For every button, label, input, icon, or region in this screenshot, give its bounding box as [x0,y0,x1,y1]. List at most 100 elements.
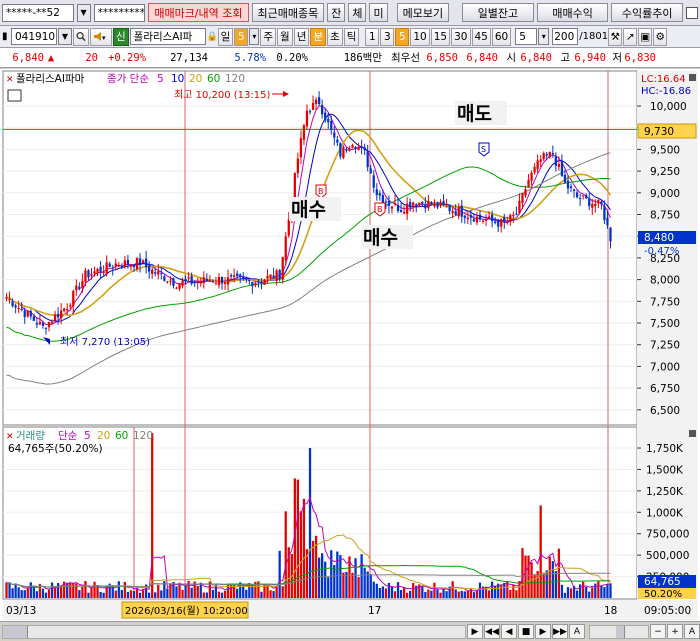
fast-forward-button[interactable]: ▶▶ [552,624,568,639]
stock-chart[interactable]: 10,0009,7509,5009,2509,0008,7508,5008,25… [0,69,700,621]
candle-body [478,214,482,220]
volume-bar [560,584,564,598]
stock-code-input[interactable]: 041910 [11,28,57,45]
volume-bar [548,556,551,598]
speaker-icon[interactable]: ▾ [90,27,112,46]
settings-icon[interactable]: ⚙ [653,27,668,46]
step-back-button[interactable]: ◀ [501,624,517,639]
volume-bar [17,587,20,598]
panel-close-icon[interactable]: ✕ [6,75,14,85]
memo-button[interactable]: 메모보기 [396,3,450,22]
grid-toggle-icon[interactable] [7,89,22,102]
volume-bar [457,591,460,598]
unfilled-button[interactable]: 미 [369,3,388,22]
volume-bar [299,511,303,598]
period-day-count[interactable]: 5 [234,27,249,46]
pin-icon[interactable]: ▮ [2,31,10,42]
balance-button[interactable]: 잔 [327,3,346,22]
volume-bar [78,590,81,598]
period-year[interactable]: 년 [293,27,310,46]
candle-body [503,217,506,223]
candle-body [566,180,570,189]
minute-15[interactable]: 15 [430,27,451,46]
zoom-slider[interactable] [589,624,649,639]
candle-body [433,202,436,207]
candle-body [266,275,269,279]
candle-body [378,193,381,196]
minute-1[interactable]: 1 [365,27,380,46]
x-label-0313: 03/13 [6,605,36,617]
account-field[interactable]: *****-**52 [2,3,74,22]
executed-button[interactable]: 체 [348,3,367,22]
lock-icon[interactable]: 🔒 [207,32,218,42]
change-rate: +0.29% [108,51,146,64]
interval-dropdown-icon[interactable]: ▾ [538,28,550,45]
volume-tick-label: 1,750K [646,443,684,455]
search-icon[interactable] [73,27,89,46]
trade-profit-button[interactable]: 매매수익 [536,3,609,22]
save-icon[interactable]: ▣ [638,27,653,46]
candle-body [26,310,29,317]
minute-10[interactable]: 10 [410,27,430,46]
candle-body [172,278,175,286]
period-dropdown-icon[interactable]: ▾ [249,28,260,45]
period-week[interactable]: 주 [260,27,277,46]
minute-30[interactable]: 30 [451,27,471,46]
period-minute[interactable]: 분 [310,27,327,46]
volume-bar [196,585,199,598]
interval-input[interactable]: 5 [515,28,538,45]
minute-60[interactable]: 60 [491,27,512,46]
zoom-in-button[interactable]: + [667,624,683,639]
step-forward-button[interactable]: ▶ [535,624,551,639]
auto-button[interactable]: A [569,624,585,639]
volume-panel-menu-icon[interactable] [689,430,696,437]
candle-body [72,290,75,307]
period-second[interactable]: 초 [327,27,343,46]
volume-bar [60,585,63,598]
option-checkbox[interactable] [686,6,698,19]
scroll-thumb[interactable] [3,625,28,638]
period-day[interactable]: 일 [217,27,234,46]
volume-bar [11,588,14,598]
volume-panel-close-icon[interactable]: ✕ [6,432,14,442]
trade-mark-button[interactable]: 매매마크/내역 조회 [148,3,249,22]
daily-balance-button[interactable]: 일별잔고 [462,3,534,22]
zoom-out-button[interactable]: − [650,624,666,639]
bar-count-input[interactable]: 200 [552,28,579,45]
stock-code-dropdown-icon[interactable]: ▼ [58,28,72,45]
candle-body [424,204,427,209]
candle-body [527,179,530,187]
chart-area[interactable]: 10,0009,7509,5009,2509,0008,7508,5008,25… [0,69,700,621]
volume-bar [442,588,445,598]
stop-button[interactable]: ■ [518,624,534,639]
account-dropdown-icon[interactable]: ▼ [76,3,91,22]
period-month[interactable]: 월 [277,27,293,46]
return-trend-button[interactable]: 수익률추이 [611,3,684,22]
volume-bar [436,589,439,598]
zoom-auto-button[interactable]: A [684,624,700,639]
volume-bar [515,590,518,598]
candle-body [217,277,221,286]
volume-bar [81,586,84,598]
volume-bar [500,584,503,598]
candle-body [135,258,139,270]
rewind-button[interactable]: ◀◀ [484,624,500,639]
zoom-thumb[interactable] [616,625,625,638]
minute-3[interactable]: 3 [380,27,395,46]
period-tick[interactable]: 틱 [343,27,360,46]
recent-trades-button[interactable]: 최근매매종목 [251,3,325,22]
minute-5[interactable]: 5 [395,27,410,46]
volume-ma-label: 단순 [58,430,78,442]
candle-body [302,125,306,140]
volume-bar [575,590,579,598]
panel-menu-icon[interactable] [689,74,696,81]
tools-icon[interactable]: ⚒ [608,27,623,46]
candle-body [582,195,585,197]
chart-scrollbar[interactable] [2,624,466,639]
zoom-icon[interactable]: ↗ [623,27,638,46]
candle-body [305,110,309,127]
minute-45[interactable]: 45 [471,27,491,46]
password-field[interactable]: ********* [93,3,146,22]
candle-body [187,277,190,279]
play-button[interactable]: ▶ [467,624,483,639]
